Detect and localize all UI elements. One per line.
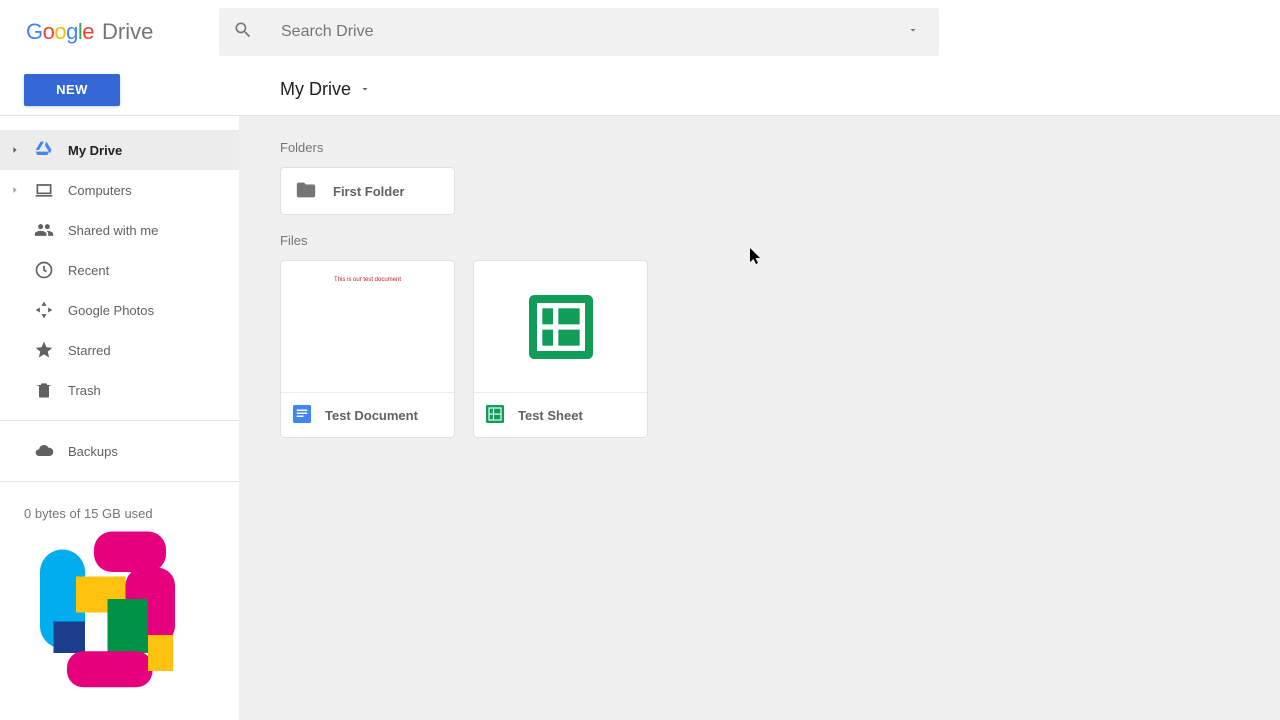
sidebar-item-trash[interactable]: Trash — [0, 370, 239, 410]
new-button[interactable]: NEW — [24, 74, 120, 106]
sidebar-item-shared[interactable]: Shared with me — [0, 210, 239, 250]
cloud-icon — [34, 441, 54, 461]
subheader: NEW My Drive — [0, 64, 1280, 116]
google-word: Google — [26, 19, 94, 45]
search-icon — [233, 20, 253, 45]
sidebar-item-my-drive[interactable]: My Drive — [0, 130, 239, 170]
search-options-caret-icon[interactable] — [907, 23, 919, 41]
sidebar-item-label: Starred — [68, 343, 239, 358]
doc-preview-text: This is our test document — [334, 277, 401, 283]
folder-icon — [295, 179, 317, 204]
people-icon — [34, 220, 54, 240]
chevron-down-icon — [359, 79, 371, 100]
app-header: Google Drive — [0, 0, 1280, 64]
computers-icon — [34, 180, 54, 200]
expand-icon[interactable] — [10, 185, 20, 195]
divider — [0, 481, 239, 482]
sidebar-item-label: Computers — [68, 183, 239, 198]
file-name: Test Document — [325, 408, 418, 423]
sidebar-item-label: Backups — [68, 444, 239, 459]
google-drive-logo[interactable]: Google Drive — [26, 19, 189, 45]
file-tile-doc[interactable]: This is our test document Test Document — [280, 260, 455, 438]
divider — [0, 420, 239, 421]
google-sheet-icon — [486, 405, 504, 426]
folders-heading: Folders — [280, 140, 1240, 155]
clock-icon — [34, 260, 54, 280]
sidebar-item-label: Recent — [68, 263, 239, 278]
photos-icon — [34, 300, 54, 320]
sidebar-item-backups[interactable]: Backups — [0, 431, 239, 471]
sidebar-item-label: Google Photos — [68, 303, 239, 318]
sidebar-item-label: Trash — [68, 383, 239, 398]
expand-icon[interactable] — [10, 145, 20, 155]
sidebar-item-label: Shared with me — [68, 223, 239, 238]
file-name: Test Sheet — [518, 408, 583, 423]
google-doc-icon — [293, 405, 311, 426]
file-preview — [474, 261, 647, 393]
folder-tile[interactable]: First Folder — [280, 167, 455, 215]
drive-word: Drive — [102, 19, 153, 45]
files-heading: Files — [280, 233, 1240, 248]
sidebar-item-computers[interactable]: Computers — [0, 170, 239, 210]
drive-icon — [34, 140, 54, 160]
breadcrumb[interactable]: My Drive — [240, 79, 371, 100]
search-bar[interactable] — [219, 8, 939, 56]
sidebar-item-starred[interactable]: Starred — [0, 330, 239, 370]
google-sheet-large-icon — [529, 295, 593, 359]
sidebar: My Drive Computers Shared with me Recent — [0, 116, 240, 720]
file-preview: This is our test document — [281, 261, 454, 393]
main-content: Folders First Folder Files This is our t… — [240, 116, 1280, 720]
star-icon — [34, 340, 54, 360]
trash-icon — [34, 380, 54, 400]
sidebar-item-photos[interactable]: Google Photos — [0, 290, 239, 330]
breadcrumb-label: My Drive — [280, 79, 351, 100]
storage-usage: 0 bytes of 15 GB used — [0, 492, 239, 521]
decorative-logo — [22, 518, 202, 698]
folder-name: First Folder — [333, 184, 405, 199]
sidebar-item-label: My Drive — [68, 143, 239, 158]
search-input[interactable] — [281, 23, 925, 41]
sidebar-item-recent[interactable]: Recent — [0, 250, 239, 290]
file-tile-sheet[interactable]: Test Sheet — [473, 260, 648, 438]
